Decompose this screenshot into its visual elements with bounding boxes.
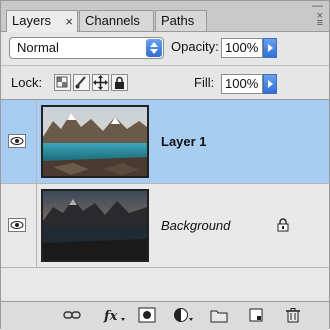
lock-icon bbox=[115, 76, 124, 89]
panel-bottom-toolbar: fx bbox=[1, 301, 329, 330]
eye-icon[interactable] bbox=[8, 134, 26, 148]
background-thumbnail bbox=[41, 189, 149, 262]
layer-row-background[interactable]: Background bbox=[1, 184, 329, 268]
lock-label: Lock: bbox=[11, 75, 43, 90]
visibility-cell bbox=[1, 100, 37, 183]
layer-row-layer-1[interactable]: Layer 1 bbox=[1, 100, 329, 184]
visibility-cell bbox=[1, 184, 37, 267]
panel-tab-bar: Layers × Channels Paths — × ≡ bbox=[1, 1, 329, 32]
dark-mountain-lake-image bbox=[43, 191, 147, 260]
tab-paths-label: Paths bbox=[161, 13, 195, 28]
blend-mode-stepper-icon[interactable] bbox=[146, 39, 162, 57]
lock-transparent-pixels-button[interactable] bbox=[54, 74, 71, 91]
eye-glyph bbox=[10, 137, 24, 145]
mountain-lake-image bbox=[43, 107, 147, 176]
layer-1-thumbnail bbox=[41, 105, 149, 178]
fill-input[interactable]: 100% bbox=[221, 74, 263, 94]
opacity-slider-button[interactable] bbox=[263, 38, 277, 58]
blend-mode-value: Normal bbox=[17, 40, 59, 55]
layer-style-fx-icon[interactable]: fx bbox=[103, 307, 127, 323]
blend-opacity-row: Normal Opacity: 100% bbox=[1, 32, 329, 64]
checkerboard-icon bbox=[56, 76, 68, 88]
lock-fill-row: Lock: Fill: 100% bbox=[1, 65, 329, 100]
opacity-label: Opacity: bbox=[171, 39, 219, 54]
tab-layers[interactable]: Layers × bbox=[6, 10, 78, 32]
lock-all-button[interactable] bbox=[111, 74, 128, 91]
locked-layer-icon bbox=[277, 218, 289, 232]
layer-name[interactable]: Background bbox=[161, 218, 230, 233]
layers-list: Layer 1 Background bbox=[1, 99, 329, 296]
tab-channels-label: Channels bbox=[85, 13, 140, 28]
adjustment-layer-icon[interactable] bbox=[173, 307, 195, 323]
move-arrows-icon bbox=[93, 75, 108, 90]
tab-channels[interactable]: Channels bbox=[79, 10, 154, 31]
lock-position-button[interactable] bbox=[92, 74, 109, 91]
svg-text:fx: fx bbox=[103, 309, 118, 323]
tab-close-icon[interactable]: × bbox=[65, 12, 73, 32]
layers-panel: Layers × Channels Paths — × ≡ Normal Opa… bbox=[0, 0, 330, 330]
panel-menu-icon[interactable]: ≡ bbox=[317, 17, 323, 29]
link-layers-icon[interactable] bbox=[63, 307, 81, 323]
add-mask-icon[interactable] bbox=[138, 307, 156, 323]
tab-layers-label: Layers bbox=[12, 13, 52, 28]
lock-image-pixels-button[interactable] bbox=[73, 74, 90, 91]
new-group-icon[interactable] bbox=[210, 307, 228, 323]
eye-icon[interactable] bbox=[8, 218, 26, 232]
layer-name[interactable]: Layer 1 bbox=[161, 134, 207, 149]
brush-icon bbox=[75, 76, 86, 89]
trash-icon[interactable] bbox=[284, 307, 302, 323]
blend-mode-select[interactable]: Normal bbox=[9, 37, 164, 59]
opacity-input[interactable]: 100% bbox=[221, 38, 263, 58]
new-layer-icon[interactable] bbox=[247, 307, 265, 323]
eye-glyph bbox=[10, 221, 24, 229]
tab-paths[interactable]: Paths bbox=[155, 10, 207, 31]
fill-slider-button[interactable] bbox=[263, 74, 277, 94]
fill-label: Fill: bbox=[194, 75, 215, 90]
